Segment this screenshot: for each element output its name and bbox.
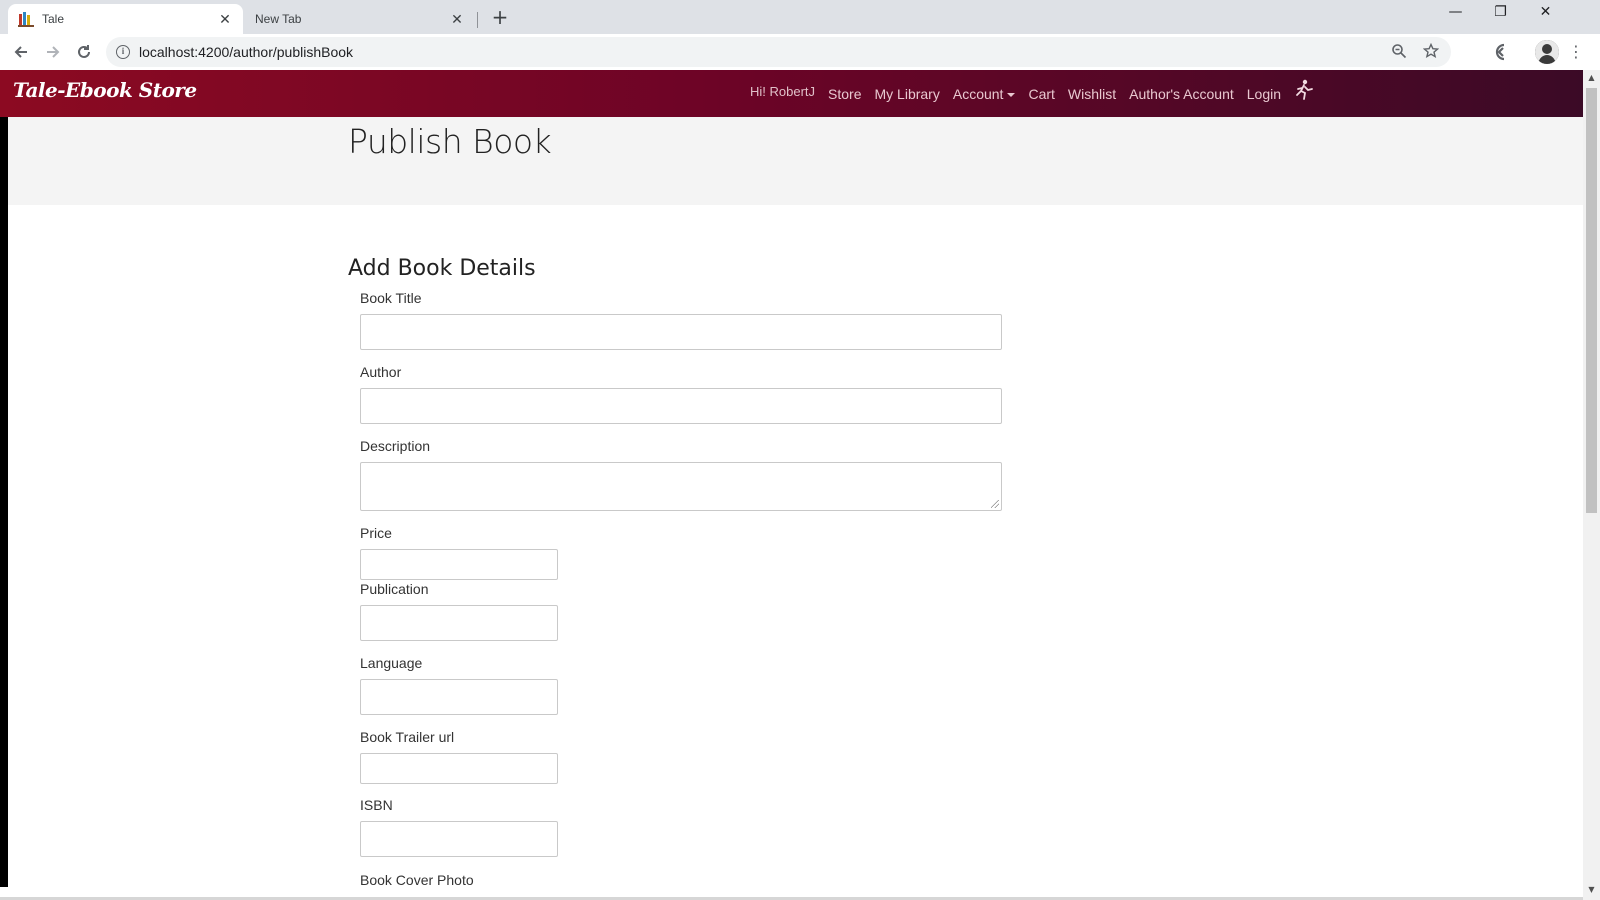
browser-chrome: Tale ✕ New Tab ✕ + — ❐ ✕ i localhost:420… (0, 0, 1600, 70)
brand-logo[interactable]: Tale-Ebook Store (13, 78, 197, 102)
reload-icon[interactable] (72, 40, 96, 64)
description-textarea[interactable] (360, 462, 1002, 511)
author-label: Author (360, 364, 402, 380)
address-bar[interactable]: i localhost:4200/author/publishBook (106, 37, 1451, 67)
left-edge-bar (0, 117, 8, 887)
book-trailer-url-label: Book Trailer url (360, 729, 455, 745)
isbn-label: ISBN (360, 797, 393, 813)
extension-icon[interactable] (1490, 42, 1510, 62)
scroll-thumb[interactable] (1586, 88, 1597, 513)
language-label: Language (360, 655, 423, 671)
author-input[interactable] (360, 388, 1002, 424)
isbn-input[interactable] (360, 821, 558, 857)
new-tab-plus-icon[interactable]: + (490, 6, 510, 28)
book-trailer-url-input[interactable] (360, 753, 558, 784)
page-title: Publish Book (348, 122, 552, 161)
close-tab-icon[interactable]: ✕ (217, 11, 233, 28)
page-scrollbar[interactable]: ▲ ▼ (1583, 70, 1600, 900)
tab-tale[interactable]: Tale ✕ (8, 4, 243, 34)
site-navbar: Tale-Ebook Store Hi! RobertJ Store My Li… (0, 70, 1583, 117)
tab-title: Tale (42, 12, 65, 26)
site-info-icon[interactable]: i (116, 45, 130, 59)
zoom-icon[interactable] (1390, 43, 1408, 61)
resize-handle-icon[interactable] (991, 500, 999, 508)
publication-label: Publication (360, 581, 429, 597)
nav-wishlist[interactable]: Wishlist (1068, 86, 1116, 102)
tab-divider (477, 12, 478, 28)
forward-arrow-icon[interactable] (41, 40, 65, 64)
books-favicon-icon (18, 11, 34, 27)
book-cover-photo-label: Book Cover Photo (360, 872, 474, 888)
nav-my-library[interactable]: My Library (875, 86, 940, 102)
nav-login[interactable]: Login (1247, 86, 1281, 102)
minimize-icon[interactable]: — (1433, 4, 1478, 26)
close-window-icon[interactable]: ✕ (1523, 4, 1568, 26)
price-label: Price (360, 525, 392, 541)
caret-down-icon (1007, 92, 1016, 97)
scroll-up-arrow-icon[interactable]: ▲ (1583, 70, 1600, 86)
form-heading: Add Book Details (348, 256, 536, 281)
nav-store[interactable]: Store (828, 86, 861, 102)
book-title-input[interactable] (360, 314, 1002, 350)
back-arrow-icon[interactable] (9, 40, 33, 64)
running-person-icon[interactable] (1294, 79, 1314, 101)
nav-links: Hi! RobertJ Store My Library Account Car… (750, 70, 1314, 117)
url-text: localhost:4200/author/publishBook (139, 44, 354, 60)
nav-account-dropdown[interactable]: Account (953, 86, 1016, 102)
nav-cart[interactable]: Cart (1028, 86, 1054, 102)
nav-account-label: Account (952, 85, 1004, 102)
publication-input[interactable] (360, 605, 558, 641)
tab-strip: Tale ✕ New Tab ✕ + — ❐ ✕ (0, 0, 1600, 34)
page-header: Publish Book (8, 117, 1583, 205)
language-input[interactable] (360, 679, 558, 715)
browser-menu-icon[interactable]: ⋮ (1568, 42, 1584, 62)
user-greeting: Hi! RobertJ (750, 84, 816, 99)
book-title-label: Book Title (360, 290, 422, 306)
page-viewport: Tale-Ebook Store Hi! RobertJ Store My Li… (0, 70, 1583, 900)
nav-authors-account[interactable]: Author's Account (1129, 86, 1234, 102)
description-label: Description (360, 438, 431, 454)
price-input[interactable] (360, 549, 558, 580)
restore-icon[interactable]: ❐ (1478, 4, 1523, 26)
scroll-down-arrow-icon[interactable]: ▼ (1583, 882, 1600, 898)
tab-title: New Tab (255, 12, 302, 26)
profile-avatar-icon[interactable] (1535, 40, 1559, 64)
close-tab-icon[interactable]: ✕ (449, 11, 465, 28)
bookmark-star-icon[interactable] (1422, 42, 1440, 61)
tab-new-tab[interactable]: New Tab ✕ (243, 4, 477, 34)
browser-toolbar: i localhost:4200/author/publishBook ⋮ (0, 34, 1600, 70)
